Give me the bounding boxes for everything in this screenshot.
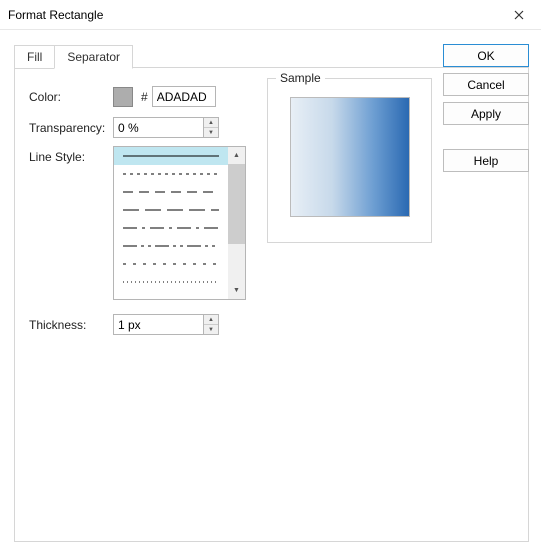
linestyle-item-dash[interactable] (114, 183, 228, 201)
thickness-spinner: ▲ ▼ (113, 314, 219, 335)
tab-separator[interactable]: Separator (54, 45, 133, 69)
thickness-spin-up[interactable]: ▲ (204, 315, 218, 325)
scroll-down-icon[interactable]: ▼ (228, 282, 245, 299)
scroll-up-icon[interactable]: ▲ (228, 147, 245, 164)
thickness-row: Thickness: ▲ ▼ (29, 314, 259, 335)
thickness-label: Thickness: (29, 318, 113, 332)
transparency-spin-buttons: ▲ ▼ (203, 117, 219, 138)
close-icon (514, 10, 524, 20)
linestyle-item-fine-dot[interactable] (114, 273, 228, 291)
tab-fill[interactable]: Fill (14, 45, 54, 69)
window-title: Format Rectangle (8, 8, 103, 22)
linestyle-scrollbar[interactable]: ▲ ▼ (228, 147, 245, 299)
linestyle-item-sparse-dot[interactable] (114, 255, 228, 273)
thickness-spin-down[interactable]: ▼ (204, 325, 218, 334)
apply-button[interactable]: Apply (443, 102, 529, 125)
scroll-thumb[interactable] (228, 164, 245, 244)
close-button[interactable] (496, 0, 541, 30)
transparency-label: Transparency: (29, 121, 113, 135)
ok-button[interactable]: OK (443, 44, 529, 67)
transparency-row: Transparency: ▲ ▼ (29, 117, 259, 138)
color-label: Color: (29, 90, 113, 104)
sample-label: Sample (276, 71, 325, 85)
linestyle-item-dashdotdot[interactable] (114, 237, 228, 255)
cancel-button[interactable]: Cancel (443, 73, 529, 96)
linestyle-item-dot[interactable] (114, 165, 228, 183)
sample-group: Sample (267, 78, 432, 243)
tab-bar: Fill Separator (14, 44, 133, 68)
transparency-input[interactable] (113, 117, 203, 138)
linestyle-label: Line Style: (29, 148, 113, 164)
color-hex-input[interactable] (152, 86, 216, 107)
color-row: Color: # (29, 86, 259, 107)
color-swatch[interactable] (113, 87, 133, 107)
dialog-body: Fill Separator OK Cancel Apply Help Colo… (0, 30, 541, 554)
linestyle-item-longdash[interactable] (114, 201, 228, 219)
linestyle-listbox[interactable]: ▲ ▼ (113, 146, 246, 300)
sample-preview (290, 97, 410, 217)
titlebar: Format Rectangle (0, 0, 541, 30)
linestyle-item-solid[interactable] (114, 147, 228, 165)
separator-controls: Color: # Transparency: ▲ ▼ Line Style: (29, 86, 259, 335)
scroll-track[interactable] (228, 164, 245, 282)
linestyle-list (114, 147, 228, 299)
transparency-spin-down[interactable]: ▼ (204, 128, 218, 137)
hash-label: # (141, 90, 148, 104)
button-column: OK Cancel Apply Help (443, 44, 529, 172)
help-button[interactable]: Help (443, 149, 529, 172)
transparency-spin-up[interactable]: ▲ (204, 118, 218, 128)
linestyle-item-dashdot[interactable] (114, 219, 228, 237)
thickness-input[interactable] (113, 314, 203, 335)
thickness-spin-buttons: ▲ ▼ (203, 314, 219, 335)
transparency-spinner: ▲ ▼ (113, 117, 219, 138)
